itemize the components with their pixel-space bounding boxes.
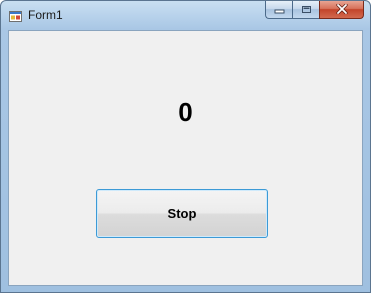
close-button[interactable] <box>319 1 364 19</box>
app-icon[interactable] <box>9 9 22 22</box>
caption-buttons <box>265 1 364 20</box>
stop-button[interactable]: Stop <box>96 189 268 238</box>
app-window: Form1 0 Stop <box>0 0 371 293</box>
window-title: Form1 <box>28 8 63 22</box>
title-bar[interactable]: Form1 <box>1 1 370 30</box>
form-client-area: 0 Stop <box>8 30 363 286</box>
maximize-icon <box>301 1 312 19</box>
minimize-button[interactable] <box>265 1 292 19</box>
maximize-button[interactable] <box>292 1 319 19</box>
counter-label: 0 <box>178 97 193 127</box>
close-icon <box>335 1 348 19</box>
minimize-icon <box>274 1 285 19</box>
